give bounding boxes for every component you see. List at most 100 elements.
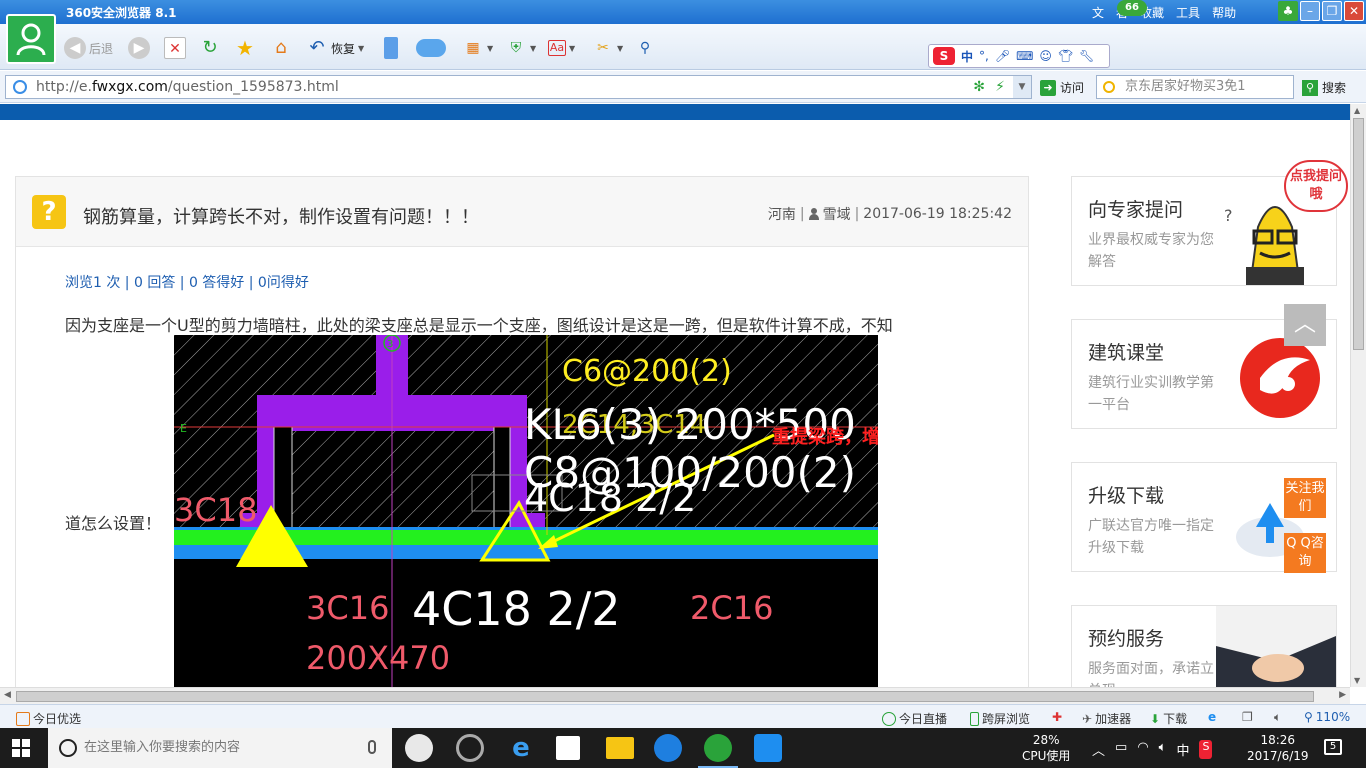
microphone-icon[interactable] <box>368 740 376 754</box>
browser-app-icon[interactable] <box>456 734 484 762</box>
ie-mode-icon[interactable]: e <box>1208 710 1216 724</box>
tray-expand-icon[interactable]: ︿ <box>1092 740 1105 759</box>
stop-icon: ✕ <box>164 37 186 59</box>
microphone-icon[interactable]: 🎤︎ <box>995 49 1010 63</box>
restore-tab-button[interactable]: ↶ 恢复 ▼ <box>306 36 364 60</box>
user-icon <box>808 208 819 220</box>
question-mark-icon: ? <box>32 195 66 229</box>
lightning-icon[interactable]: ⚡︎ <box>995 76 1005 98</box>
user-icon <box>16 23 46 56</box>
magnifier-icon: ⚲ <box>639 40 651 56</box>
close-button[interactable]: ✕ <box>1344 1 1364 21</box>
url-dropdown-icon[interactable]: ▼ <box>1013 76 1031 98</box>
menu-item-help[interactable]: 帮助 <box>1212 4 1236 21</box>
ime-toolbar[interactable]: S 中 °, 🎤︎ ⌨ ☺ 👕︎ 🔧︎ <box>928 44 1110 68</box>
menu-item-file[interactable]: 文 <box>1092 4 1104 21</box>
notification-badge[interactable]: 66 <box>1117 0 1147 16</box>
live-button[interactable]: 今日直播 <box>882 710 947 727</box>
scroll-right-arrow-icon[interactable]: ▶ <box>1339 690 1346 700</box>
volume-icon[interactable]: 🔈︎ <box>1274 710 1281 725</box>
user-icon[interactable]: ☺ <box>1039 49 1052 63</box>
url-input[interactable]: http://e.fwxgx.com/question_1595873.html… <box>5 75 1032 99</box>
window-list-icon[interactable]: ❐ <box>1242 710 1253 724</box>
cad-screenshot-image[interactable]: 3 E C6@200(2) 2C14;3C14 KL6(3) 200*500 C… <box>174 335 878 687</box>
shirt-icon[interactable]: 👕︎ <box>1058 49 1073 63</box>
restore-button[interactable]: ❐ <box>1322 1 1342 21</box>
question-title: 钢筋算量，计算跨长不对，制作设置有问题！！！ <box>83 207 479 228</box>
back-arrow-icon: ◀ <box>64 37 86 59</box>
phone-button[interactable] <box>384 36 398 60</box>
apps-button[interactable]: ▦ ▼ <box>462 36 493 60</box>
horizontal-scrollbar[interactable]: ◀ ▶ <box>0 687 1350 704</box>
action-center-icon[interactable]: 5 <box>1324 739 1342 755</box>
search-input[interactable]: 京东居家好物买3免1 <box>1096 75 1294 99</box>
windows-start-icon[interactable] <box>12 739 30 757</box>
remote-app-icon[interactable] <box>754 734 782 762</box>
edge-icon[interactable]: e <box>507 734 535 762</box>
glodon-app-icon[interactable] <box>654 734 682 762</box>
360-browser-task-icon[interactable] <box>698 734 738 768</box>
cad-text-size: 200X470 <box>306 639 450 677</box>
taskbar-clock[interactable]: 18:26 2017/6/19 <box>1247 732 1309 764</box>
ask-me-bubble[interactable]: 点我提问哦 <box>1284 160 1348 212</box>
browser-statusbar: 今日优选 今日直播 跨屏浏览 ✚ ✈︎ 加速器 ⬇ 下载 e ❐ 🔈︎ ⚲ 11… <box>0 704 1366 728</box>
keyboard-icon[interactable]: ⌨ <box>1016 49 1033 63</box>
search-engine-icon <box>1103 81 1115 93</box>
zoom-level[interactable]: ⚲ 110% <box>1304 710 1350 724</box>
translate-button[interactable]: Aa ▼ <box>548 36 575 60</box>
zoom-button[interactable]: ⚲ <box>634 36 656 60</box>
refresh-button[interactable]: ↻ <box>199 36 221 60</box>
download-button[interactable]: ⬇ 下载 <box>1150 710 1187 727</box>
scroll-up-arrow-icon[interactable]: ▲ <box>1354 106 1360 115</box>
play-icon <box>882 711 896 726</box>
back-button[interactable]: ◀ 后退 <box>64 36 113 60</box>
store-icon[interactable] <box>556 736 580 760</box>
vertical-scroll-thumb[interactable] <box>1353 118 1364 350</box>
task-view-icon[interactable] <box>405 734 433 762</box>
cloud-button[interactable] <box>416 36 446 60</box>
today-picks-button[interactable]: 今日优选 <box>16 710 81 727</box>
wrench-icon[interactable]: 🔧︎ <box>1079 49 1094 63</box>
follow-us-button[interactable]: 关注我们 <box>1284 478 1326 518</box>
menu-item-tools[interactable]: 工具 <box>1176 4 1200 21</box>
screenshot-button[interactable]: ✂ ▼ <box>592 36 623 60</box>
ime-mode[interactable]: 中 <box>961 48 973 65</box>
scroll-left-arrow-icon[interactable]: ◀ <box>4 690 11 700</box>
scroll-down-arrow-icon[interactable]: ▼ <box>1354 676 1360 685</box>
globe-icon <box>13 80 27 94</box>
sogou-tray-icon[interactable]: S <box>1199 740 1213 759</box>
security-button[interactable]: ⛨ ▼ <box>505 36 536 60</box>
go-arrow-icon: ➜ <box>1040 79 1056 96</box>
go-button[interactable]: ➜ 访问 <box>1040 79 1084 96</box>
cross-screen-button[interactable]: 跨屏浏览 <box>970 710 1030 727</box>
loading-icon[interactable]: ✻ <box>973 76 985 98</box>
minimize-button[interactable]: – <box>1300 1 1320 21</box>
accelerator-button[interactable]: ✈︎ 加速器 <box>1082 710 1131 727</box>
favorite-button[interactable]: ★ <box>234 36 256 60</box>
user-avatar[interactable] <box>6 14 56 64</box>
battery-icon[interactable]: ▭ <box>1115 740 1127 759</box>
ime-indicator[interactable]: 中 <box>1176 740 1189 759</box>
cpu-usage[interactable]: 28% CPU使用 <box>1022 732 1070 764</box>
qq-consult-button[interactable]: Q Q咨询 <box>1284 533 1326 573</box>
home-button[interactable]: ⌂ <box>270 36 292 60</box>
chevron-down-icon: ▼ <box>617 43 624 53</box>
question-author[interactable]: 雪域 <box>823 204 851 224</box>
chevron-down-icon: ▼ <box>530 43 537 53</box>
sidebar-card-title: 建筑课堂 <box>1088 342 1165 364</box>
back-to-top-button[interactable]: ︿ <box>1284 304 1326 346</box>
sidebar-card-appointment[interactable]: 预约服务 服务面对面，承诺立兑现 <box>1071 605 1337 687</box>
speaker-icon[interactable]: 🔈︎ <box>1159 740 1167 759</box>
search-button[interactable]: ⚲ 搜索 <box>1302 79 1346 96</box>
forward-button[interactable]: ▶ <box>128 36 150 60</box>
file-explorer-icon[interactable] <box>606 737 634 759</box>
stop-button[interactable]: ✕ <box>164 36 186 60</box>
taskbar-search-input[interactable]: 在这里输入你要搜索的内容 <box>48 728 392 768</box>
horizontal-scroll-thumb[interactable] <box>16 691 1314 702</box>
punctuation-icon[interactable]: °, <box>979 49 989 63</box>
wifi-icon[interactable]: ◠ <box>1137 740 1148 759</box>
skin-icon[interactable]: ♣ <box>1278 1 1298 21</box>
question-body-line1: 因为支座是一个U型的剪力墙暗柱，此处的梁支座总是显示一个支座，图纸设计是这是一跨… <box>65 316 893 335</box>
health-icon[interactable]: ✚ <box>1052 710 1066 724</box>
vertical-scrollbar[interactable]: ▲ ▼ <box>1350 104 1366 687</box>
